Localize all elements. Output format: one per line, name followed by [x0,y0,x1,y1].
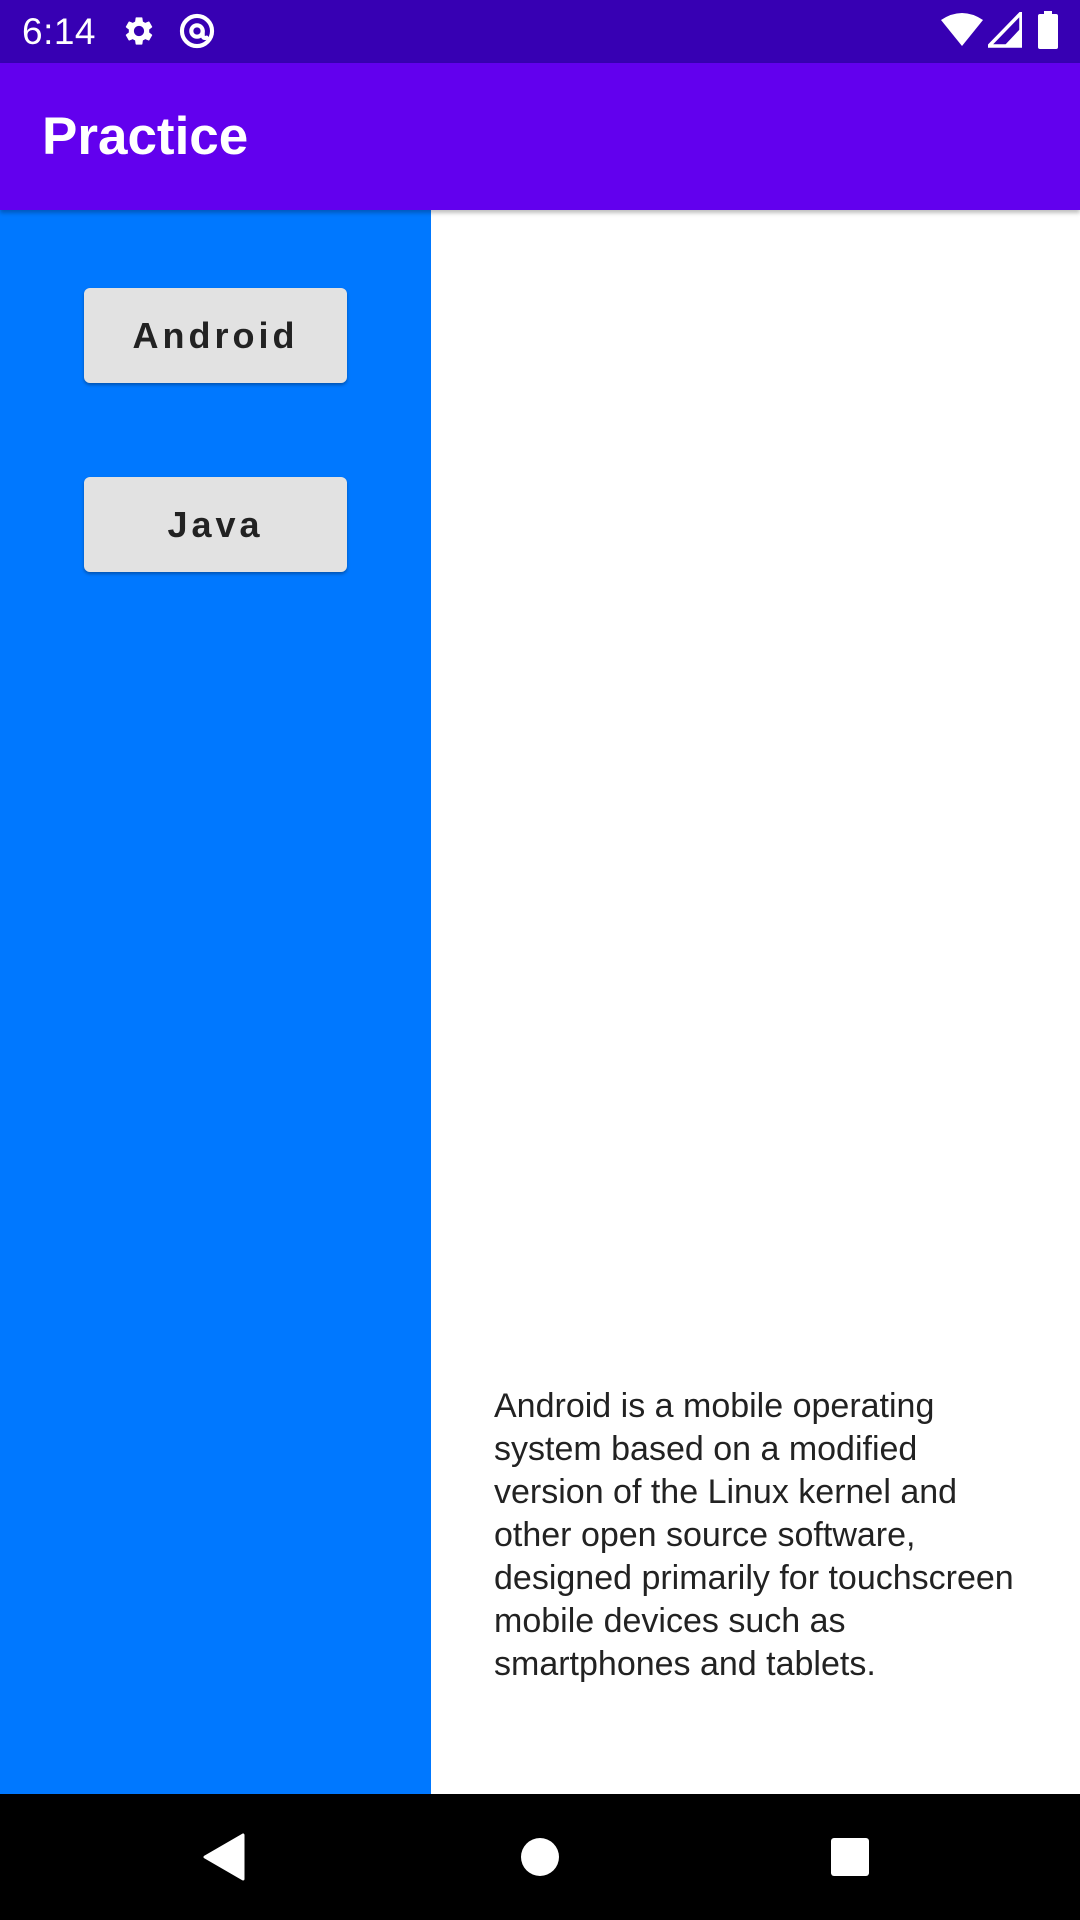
recents-icon [831,1838,869,1876]
status-bar: 6:14 [0,0,1080,63]
left-panel: Android Java [0,210,431,1794]
at-sign-icon [179,13,215,49]
app-title: Practice [42,107,249,166]
app-bar: Practice [0,63,1080,210]
home-icon [521,1838,559,1876]
settings-gear-icon [125,17,153,45]
status-time: 6:14 [22,11,97,52]
description-text: Android is a mobile operating system bas… [494,1387,1014,1683]
navigation-bar [0,1794,1080,1920]
battery-icon [1038,11,1058,49]
back-button[interactable] [150,1794,300,1920]
java-button[interactable]: Java [84,477,347,572]
detail-panel: Android is a mobile operating system bas… [431,210,1080,1794]
wifi-icon [941,13,983,46]
cell-signal-icon [988,12,1022,48]
back-icon [203,1833,245,1881]
screen: 6:14 Practice Android Java Android is a … [0,0,1080,1920]
home-button[interactable] [465,1794,615,1920]
recents-button[interactable] [775,1794,925,1920]
android-button[interactable]: Android [84,288,347,383]
